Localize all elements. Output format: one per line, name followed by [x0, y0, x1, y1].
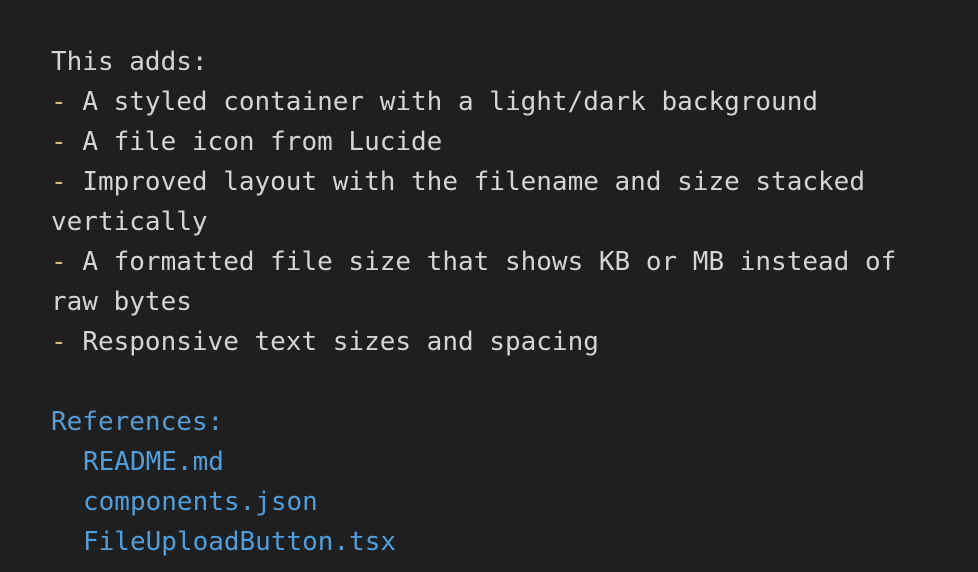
bullet-marker: -: [51, 127, 67, 157]
bullet-item: - Improved layout with the filename and …: [51, 162, 865, 202]
reference-link-file-upload-button[interactable]: FileUploadButton.tsx: [83, 522, 396, 562]
bullet-marker: -: [51, 247, 67, 277]
bullet-text-continuation: raw bytes: [51, 287, 192, 317]
bullet-item: - A styled container with a light/dark b…: [51, 82, 818, 122]
bullet-text: A styled container with a light/dark bac…: [82, 87, 819, 117]
bullet-text: A formatted file size that shows KB or M…: [82, 247, 897, 277]
bullet-text-continuation: vertically: [51, 207, 208, 237]
bullet-text: Improved layout with the filename and si…: [82, 167, 865, 197]
references-heading: References:: [51, 407, 224, 437]
bullet-marker: -: [51, 327, 67, 357]
reference-link-components-json[interactable]: components.json: [83, 482, 318, 522]
bullet-item: - A file icon from Lucide: [51, 122, 442, 162]
bullet-marker: -: [51, 87, 67, 117]
bullet-marker: -: [51, 167, 67, 197]
intro-text: This adds:: [51, 47, 208, 77]
bullet-text: Responsive text sizes and spacing: [82, 327, 599, 357]
reference-link-readme[interactable]: README.md: [83, 442, 224, 482]
bullet-item: - Responsive text sizes and spacing: [51, 322, 599, 362]
chat-response-panel: This adds: - A styled container with a l…: [0, 0, 978, 572]
bullet-text: A file icon from Lucide: [82, 127, 443, 157]
bullet-item: - A formatted file size that shows KB or…: [51, 242, 896, 282]
